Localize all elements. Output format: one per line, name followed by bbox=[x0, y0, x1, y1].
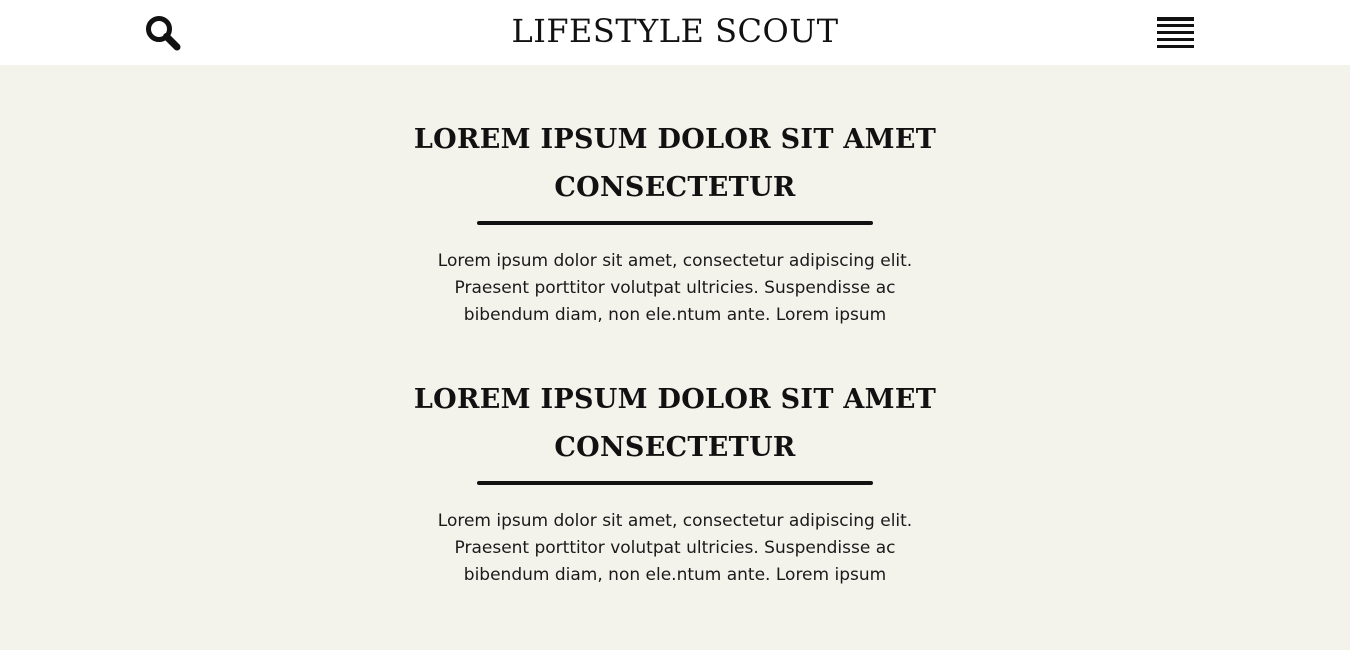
hamburger-menu-icon bbox=[1157, 17, 1194, 49]
article-title-line: CONSECTETUR bbox=[554, 432, 796, 463]
article-title[interactable]: LOREM IPSUM DOLOR SIT AMET CONSECTETUR bbox=[395, 116, 955, 212]
excerpt-line: Praesent porttitor volutpat ultricies. S… bbox=[454, 278, 896, 298]
menu-button[interactable] bbox=[1157, 17, 1194, 49]
article-title-line: CONSECTETUR bbox=[554, 172, 796, 203]
article-title-line: LOREM IPSUM DOLOR SIT AMET bbox=[413, 384, 937, 415]
title-divider bbox=[477, 221, 873, 225]
search-icon bbox=[146, 16, 181, 51]
site-title[interactable]: LIFESTYLE SCOUT bbox=[0, 9, 1350, 53]
excerpt-line: Praesent porttitor volutpat ultricies. S… bbox=[454, 538, 896, 558]
title-divider bbox=[477, 481, 873, 485]
article-title-line: LOREM IPSUM DOLOR SIT AMET bbox=[413, 124, 937, 155]
main-content: LOREM IPSUM DOLOR SIT AMET CONSECTETUR L… bbox=[0, 65, 1350, 650]
excerpt-line: bibendum diam, non ele.ntum ante. Lorem … bbox=[463, 305, 887, 325]
excerpt-line: Lorem ipsum dolor sit amet, consectetur … bbox=[437, 511, 913, 531]
search-button[interactable] bbox=[143, 13, 183, 53]
article: LOREM IPSUM DOLOR SIT AMET CONSECTETUR L… bbox=[395, 376, 955, 589]
site-header: LIFESTYLE SCOUT bbox=[0, 0, 1350, 65]
excerpt-line: Lorem ipsum dolor sit amet, consectetur … bbox=[437, 251, 913, 271]
article-excerpt: Lorem ipsum dolor sit amet, consectetur … bbox=[415, 508, 935, 589]
article-title[interactable]: LOREM IPSUM DOLOR SIT AMET CONSECTETUR bbox=[395, 376, 955, 472]
excerpt-line: bibendum diam, non ele.ntum ante. Lorem … bbox=[463, 565, 887, 585]
article: LOREM IPSUM DOLOR SIT AMET CONSECTETUR L… bbox=[395, 116, 955, 329]
article-excerpt: Lorem ipsum dolor sit amet, consectetur … bbox=[415, 248, 935, 329]
